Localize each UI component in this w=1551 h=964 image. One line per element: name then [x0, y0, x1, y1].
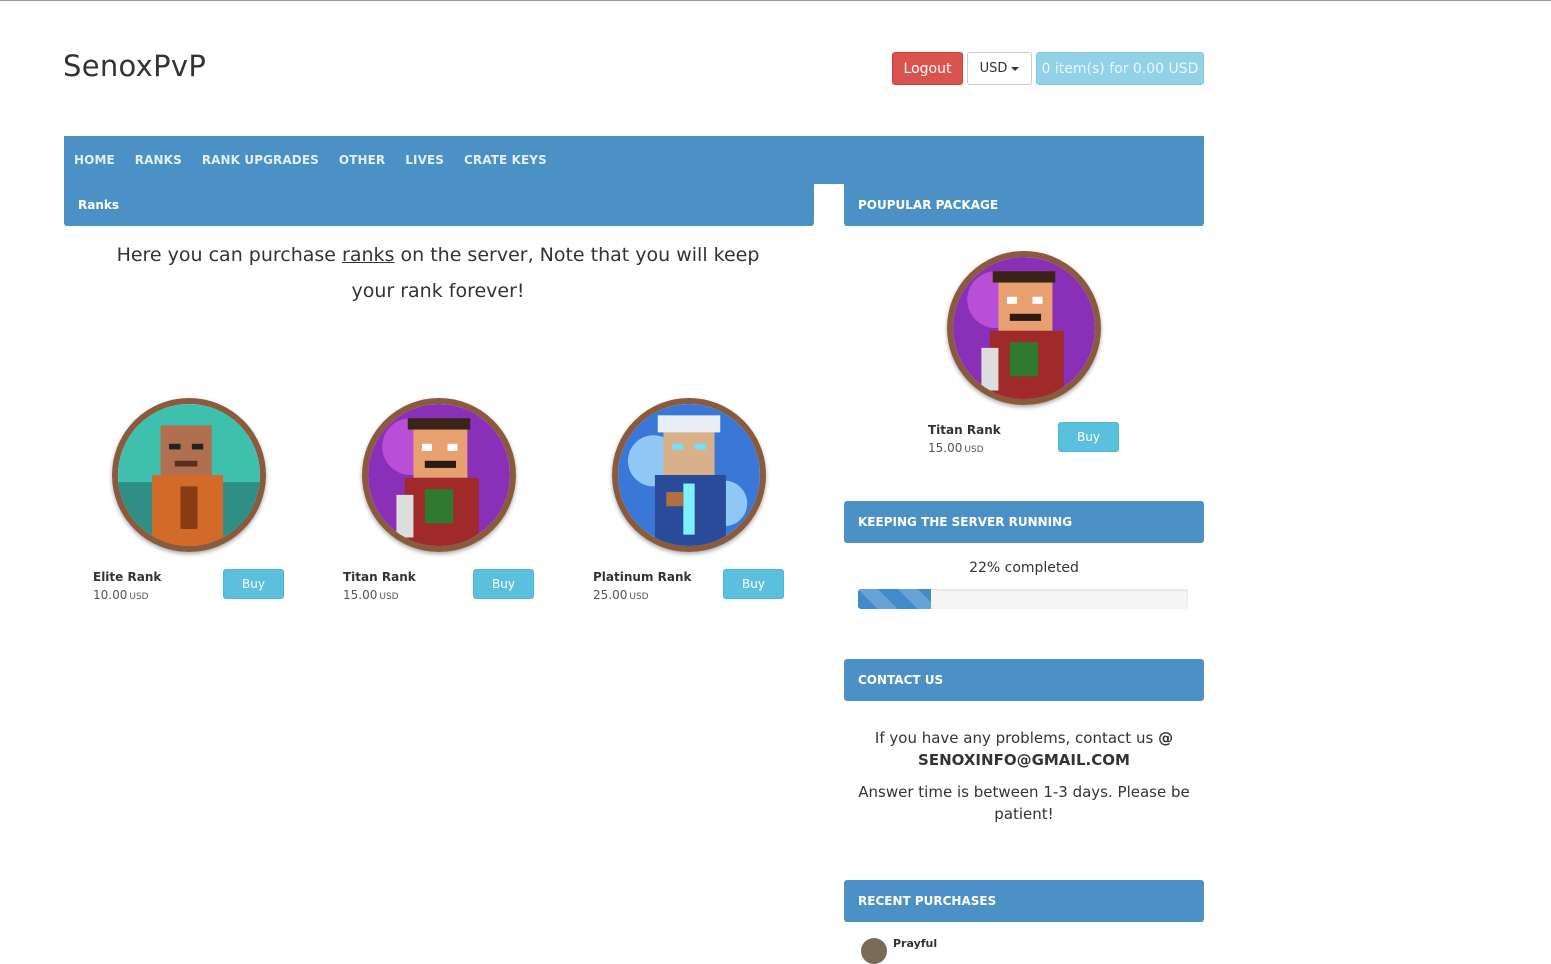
main-navbar: HOME RANKS RANK UPGRADES OTHER LIVES CRA… — [64, 136, 1204, 184]
platinum-rank-currency: USD — [629, 592, 649, 602]
recent-purchases-heading: RECENT PURCHASES — [844, 880, 1204, 922]
titan-rank-price-value: 15.00 — [343, 588, 378, 602]
elite-rank-icon — [118, 404, 260, 546]
cart-button[interactable]: 0 item(s) for 0.00 USD — [1036, 52, 1204, 85]
contact-line-1: If you have any problems, contact us — [874, 729, 1154, 747]
titan-rank-currency: USD — [379, 592, 399, 602]
goal-progress-fill — [858, 589, 931, 609]
logout-button[interactable]: Logout — [892, 52, 963, 85]
goal-progress-label: 22% completed — [969, 560, 1079, 576]
elite-rank-name: Elite Rank — [93, 570, 162, 584]
contact-line-2: Answer time is between 1-3 days. Please … — [858, 783, 1190, 823]
contact-at-sign: @ — [1158, 729, 1174, 747]
caret-down-icon — [1011, 66, 1020, 71]
elite-rank-buy-button[interactable]: Buy — [223, 569, 284, 599]
site-title[interactable]: SenoxPvP — [63, 49, 206, 83]
ranks-panel-heading: Ranks — [64, 184, 814, 226]
titan-rank-price: 15.00 USD — [343, 588, 399, 602]
titan-rank-icon — [368, 404, 510, 546]
popular-package-price-value: 15.00 — [928, 441, 963, 455]
platinum-rank-price: 25.00 USD — [593, 588, 649, 602]
intro-text-before: Here you can purchase — [116, 244, 343, 266]
contact-email[interactable]: SENOXINFO@GMAIL.COM — [918, 751, 1130, 769]
titan-rank-icon — [953, 257, 1095, 399]
nav-item-other[interactable]: OTHER — [339, 153, 385, 167]
elite-rank-price: 10.00 USD — [93, 588, 149, 602]
server-goal-heading: KEEPING THE SERVER RUNNING — [844, 501, 1204, 543]
popular-package-price: 15.00 USD — [928, 441, 984, 455]
nav-item-ranks[interactable]: RANKS — [135, 153, 182, 167]
nav-item-home[interactable]: HOME — [74, 153, 115, 167]
platinum-rank-price-value: 25.00 — [593, 588, 628, 602]
elite-rank-image[interactable] — [112, 398, 266, 552]
currency-dropdown[interactable]: USD — [967, 52, 1032, 85]
elite-rank-price-value: 10.00 — [93, 588, 128, 602]
nav-item-crate-keys[interactable]: CRATE KEYS — [464, 153, 547, 167]
goal-progress-bar — [858, 589, 1188, 609]
intro-text-after: on the server, Note that you will keep y… — [351, 244, 760, 302]
titan-rank-image[interactable] — [362, 398, 516, 552]
platinum-rank-icon — [618, 404, 760, 546]
nav-item-rank-upgrades[interactable]: RANK UPGRADES — [202, 153, 319, 167]
popular-package-name: Titan Rank — [928, 423, 1001, 437]
ranks-link[interactable]: ranks — [342, 244, 394, 266]
elite-rank-currency: USD — [129, 592, 149, 602]
titan-rank-buy-button[interactable]: Buy — [473, 569, 534, 599]
header-actions: Logout USD 0 item(s) for 0.00 USD — [892, 52, 1204, 85]
titan-rank-name: Titan Rank — [343, 570, 416, 584]
contact-info: If you have any problems, contact us @ S… — [844, 727, 1204, 835]
platinum-rank-image[interactable] — [612, 398, 766, 552]
contact-us-heading: CONTACT US — [844, 659, 1204, 701]
nav-item-lives[interactable]: LIVES — [405, 153, 444, 167]
ranks-intro-text: Here you can purchase ranks on the serve… — [110, 237, 766, 309]
platinum-rank-name: Platinum Rank — [593, 570, 692, 584]
platinum-rank-buy-button[interactable]: Buy — [723, 569, 784, 599]
popular-package-heading: POUPULAR PACKAGE — [844, 184, 1204, 226]
currency-label: USD — [979, 61, 1008, 76]
popular-package-currency: USD — [964, 445, 984, 455]
popular-package-image[interactable] — [947, 251, 1101, 405]
avatar — [861, 938, 887, 964]
popular-package-buy-button[interactable]: Buy — [1058, 422, 1119, 452]
